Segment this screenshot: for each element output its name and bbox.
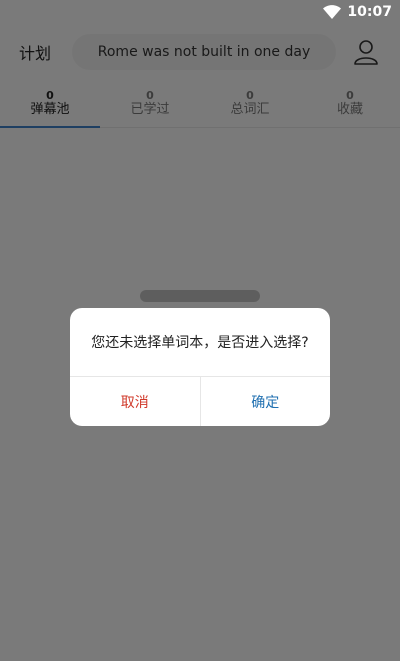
select-wordbook-dialog: 您还未选择单词本，是否进入选择? 取消 确定 [70, 308, 330, 426]
dialog-message: 您还未选择单词本，是否进入选择? [70, 308, 330, 377]
status-bar: 10:07 [0, 0, 400, 24]
confirm-button[interactable]: 确定 [201, 377, 331, 426]
app-screen: 计划 Rome was not built in one day 0 弹幕池 0… [0, 0, 400, 661]
status-time: 10:07 [347, 4, 392, 20]
cancel-button[interactable]: 取消 [70, 377, 201, 426]
wifi-icon [323, 5, 342, 19]
dialog-actions: 取消 确定 [70, 377, 330, 426]
